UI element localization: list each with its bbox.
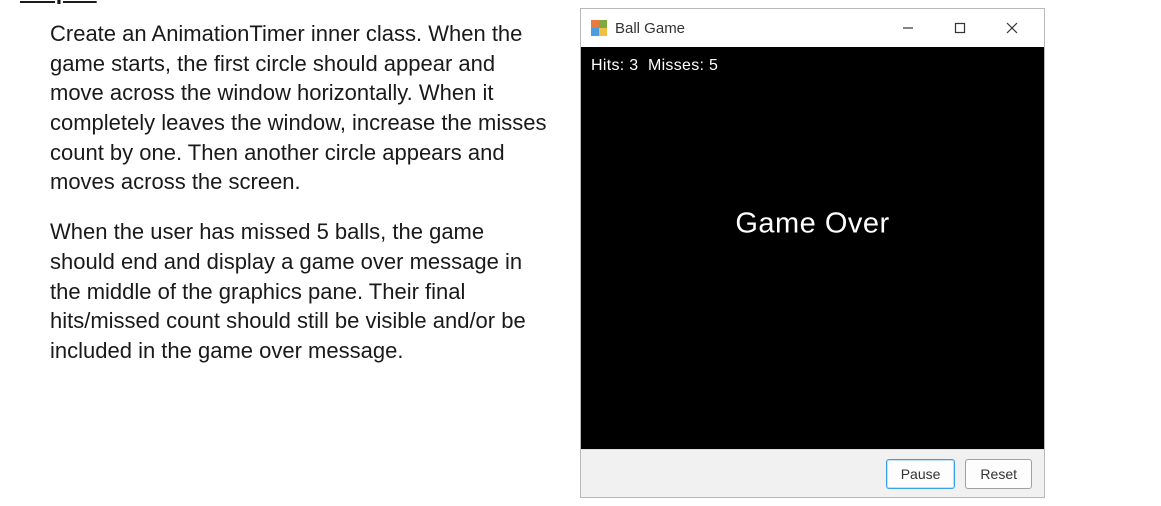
- misses-value: 5: [709, 57, 718, 74]
- app-icon: [591, 20, 607, 36]
- maximize-icon: [954, 22, 966, 34]
- pause-button[interactable]: Pause: [886, 459, 956, 489]
- close-button[interactable]: [986, 11, 1038, 45]
- misses-label: Misses:: [648, 57, 704, 74]
- paragraph-1: Create an AnimationTimer inner class. Wh…: [50, 19, 550, 197]
- game-over-text: Game Over: [735, 207, 889, 240]
- hits-value: 3: [629, 57, 638, 74]
- window-title: Ball Game: [615, 20, 685, 37]
- reset-button[interactable]: Reset: [965, 459, 1032, 489]
- score-text: Hits: 3 Misses: 5: [591, 57, 718, 75]
- paragraph-2: When the user has missed 5 balls, the ga…: [50, 217, 550, 365]
- minimize-icon: [901, 21, 915, 35]
- hits-label: Hits:: [591, 57, 625, 74]
- window-controls: [882, 11, 1038, 45]
- minimize-button[interactable]: [882, 11, 934, 45]
- game-canvas[interactable]: Hits: 3 Misses: 5 Game Over: [581, 47, 1044, 449]
- bottom-bar: Pause Reset: [581, 449, 1044, 497]
- instructions-column: Step 2: Create an AnimationTimer inner c…: [0, 0, 570, 506]
- screenshot-column: Ball Game Hits: 3: [570, 0, 1161, 506]
- close-icon: [1005, 21, 1019, 35]
- maximize-button[interactable]: [934, 11, 986, 45]
- titlebar: Ball Game: [581, 9, 1044, 47]
- app-window: Ball Game Hits: 3: [580, 8, 1045, 498]
- step-heading: Step 2:: [20, 0, 550, 5]
